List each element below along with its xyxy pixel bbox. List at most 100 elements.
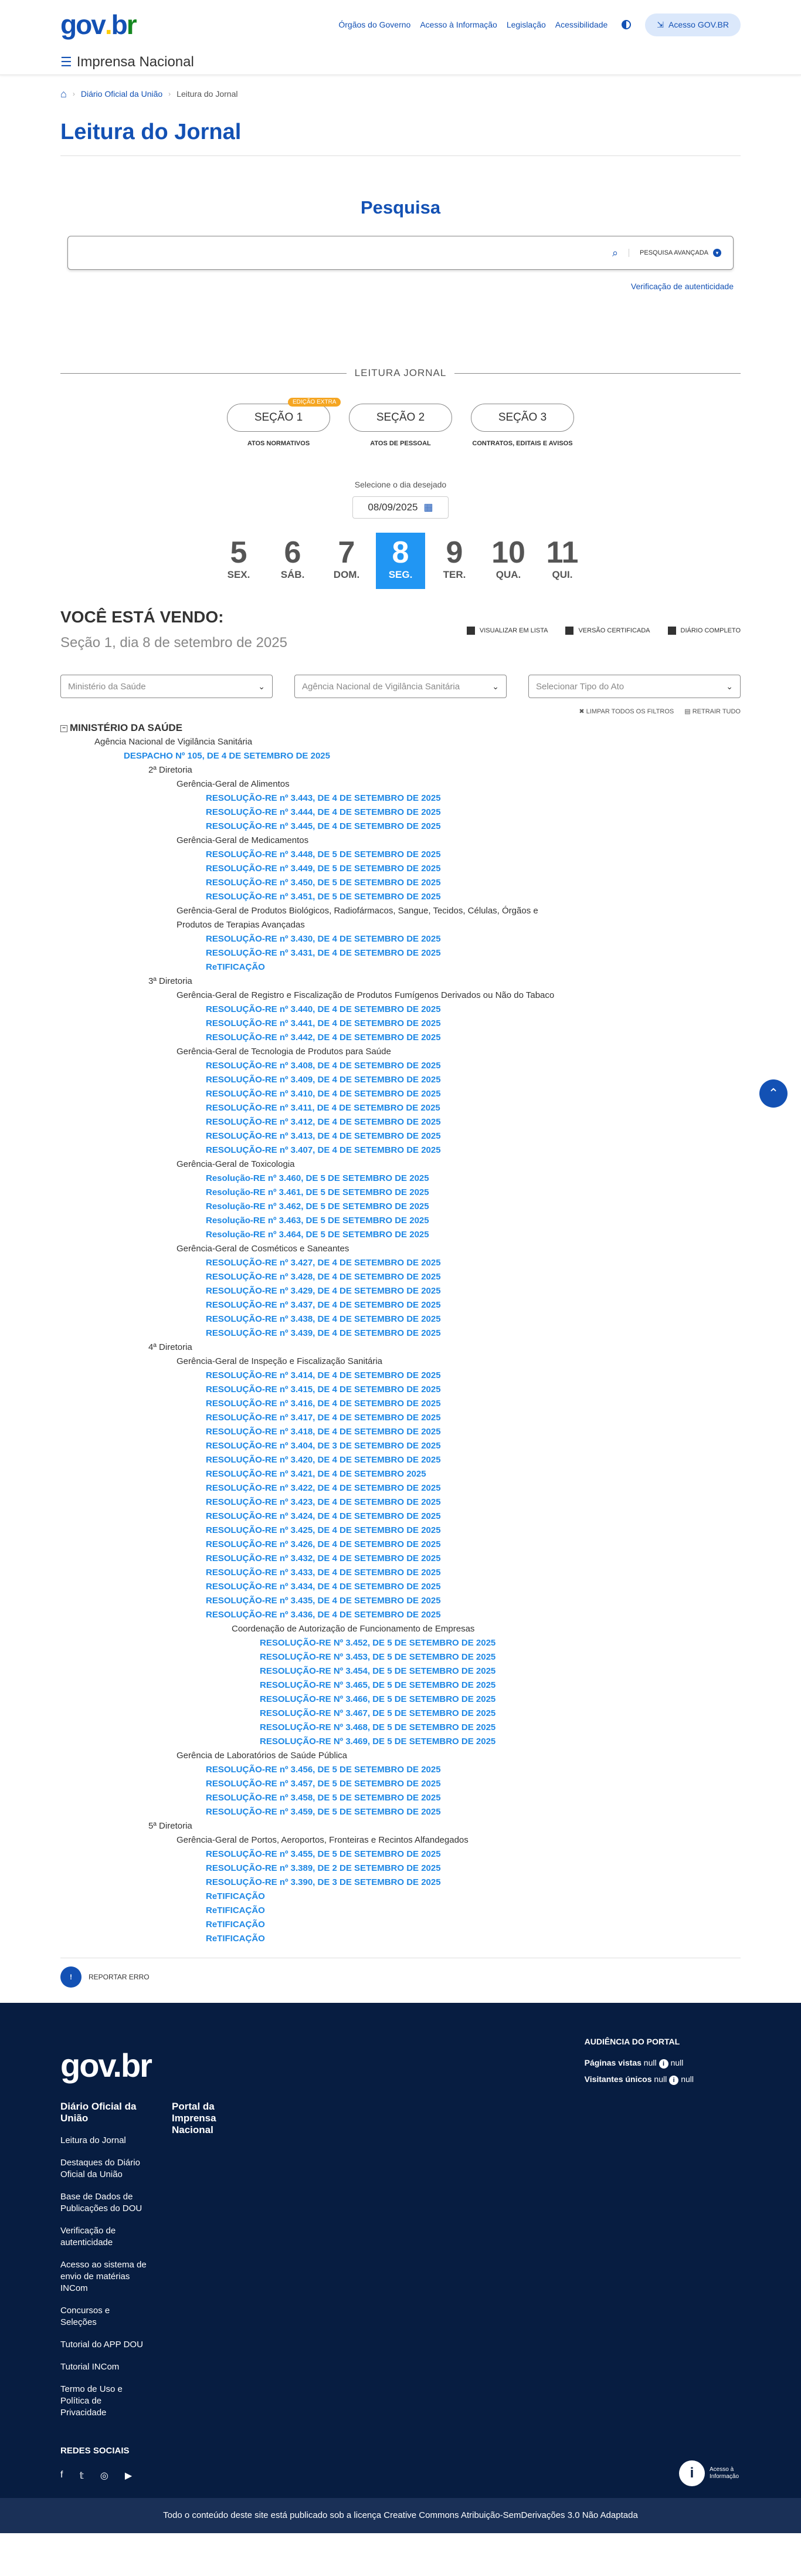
day-11[interactable]: 11 QUI. xyxy=(538,533,587,589)
publication-link-text[interactable]: RESOLUÇÃO-RE nº 3.418, DE 4 DE SETEMBRO … xyxy=(206,1427,441,1437)
footer-link[interactable]: Destaques do Diário Oficial da União xyxy=(60,2157,148,2181)
publication-link-text[interactable]: RESOLUÇÃO-RE Nº 3.465, DE 5 DE SETEMBRO … xyxy=(260,1680,495,1690)
publication-link-text[interactable]: RESOLUÇÃO-RE nº 3.437, DE 4 DE SETEMBRO … xyxy=(206,1300,441,1310)
report-error-button[interactable]: ! REPORTAR ERRO xyxy=(60,1958,741,2003)
section-3[interactable]: SEÇÃO 3 CONTRATOS, EDITAIS E AVISOS xyxy=(471,404,574,447)
publication-link-text[interactable]: Resolução-RE nº 3.460, DE 5 DE SETEMBRO … xyxy=(206,1173,429,1183)
clear-filters-button[interactable]: ✖ LIMPAR TODOS OS FILTROS xyxy=(579,708,674,715)
publication-link-text[interactable]: RESOLUÇÃO-RE nº 3.412, DE 4 DE SETEMBRO … xyxy=(206,1117,441,1127)
footer-link[interactable]: Tutorial INCom xyxy=(60,2361,148,2373)
publication-link-text[interactable]: RESOLUÇÃO-RE nº 3.438, DE 4 DE SETEMBRO … xyxy=(206,1314,441,1324)
list-view-button[interactable]: VISUALIZAR EM LISTA xyxy=(466,627,548,635)
publication-link-text[interactable]: RESOLUÇÃO-RE nº 3.430, DE 4 DE SETEMBRO … xyxy=(206,934,441,944)
publication-link-text[interactable]: RESOLUÇÃO-RE nº 3.458, DE 5 DE SETEMBRO … xyxy=(206,1793,441,1803)
publication-link-text[interactable]: RESOLUÇÃO-RE nº 3.425, DE 4 DE SETEMBRO … xyxy=(206,1525,441,1535)
top-link-orgaos[interactable]: Órgãos do Governo xyxy=(338,20,410,29)
publication-link-text[interactable]: RESOLUÇÃO-RE nº 3.444, DE 4 DE SETEMBRO … xyxy=(206,807,441,817)
youtube-icon[interactable]: ▶ xyxy=(125,2470,132,2482)
tree-node-ministry[interactable]: − MINISTÉRIO DA SAÚDE xyxy=(60,721,741,735)
publication-link-text[interactable]: RESOLUÇÃO-RE nº 3.442, DE 4 DE SETEMBRO … xyxy=(206,1033,441,1042)
day-10[interactable]: 10 QUA. xyxy=(484,533,533,589)
publication-link-text[interactable]: ReTIFICAÇÃO xyxy=(206,1920,265,1930)
day-6[interactable]: 6 SÁB. xyxy=(268,533,317,589)
verify-link[interactable]: Verificação de autenticidade xyxy=(631,282,734,291)
footer-link[interactable]: Leitura do Jornal xyxy=(60,2135,148,2147)
publication-link-text[interactable]: RESOLUÇÃO-RE nº 3.390, DE 3 DE SETEMBRO … xyxy=(206,1877,441,1887)
filter-ministry[interactable]: Ministério da Saúde ⌄ xyxy=(60,675,273,698)
publication-link-text[interactable]: RESOLUÇÃO-RE nº 3.431, DE 4 DE SETEMBRO … xyxy=(206,948,441,958)
publication-link-text[interactable]: RESOLUÇÃO-RE nº 3.436, DE 4 DE SETEMBRO … xyxy=(206,1610,441,1620)
publication-link-text[interactable]: RESOLUÇÃO-RE nº 3.445, DE 4 DE SETEMBRO … xyxy=(206,821,441,831)
publication-link-text[interactable]: RESOLUÇÃO-RE nº 3.451, DE 5 DE SETEMBRO … xyxy=(206,892,441,902)
publication-link-text[interactable]: RESOLUÇÃO-RE nº 3.421, DE 4 DE SETEMBRO … xyxy=(206,1469,426,1479)
publication-link-text[interactable]: RESOLUÇÃO-RE nº 3.434, DE 4 DE SETEMBRO … xyxy=(206,1582,441,1592)
day-8[interactable]: 8 SEG. xyxy=(376,533,425,589)
publication-link-text[interactable]: ReTIFICAÇÃO xyxy=(206,1905,265,1915)
publication-link-text[interactable]: RESOLUÇÃO-RE nº 3.449, DE 5 DE SETEMBRO … xyxy=(206,864,441,874)
publication-link-text[interactable]: RESOLUÇÃO-RE Nº 3.454, DE 5 DE SETEMBRO … xyxy=(260,1666,495,1676)
publication-link-text[interactable]: RESOLUÇÃO-RE nº 3.413, DE 4 DE SETEMBRO … xyxy=(206,1131,441,1141)
day-9[interactable]: 9 TER. xyxy=(430,533,479,589)
publication-link-text[interactable]: RESOLUÇÃO-RE nº 3.408, DE 4 DE SETEMBRO … xyxy=(206,1061,441,1071)
publication-link-text[interactable]: ReTIFICAÇÃO xyxy=(206,1934,265,1944)
publication-link-text[interactable]: RESOLUÇÃO-RE nº 3.459, DE 5 DE SETEMBRO … xyxy=(206,1807,441,1817)
publication-link-text[interactable]: RESOLUÇÃO-RE nº 3.411, DE 4 DE SETEMBRO … xyxy=(206,1103,440,1113)
publication-link-text[interactable]: ReTIFICAÇÃO xyxy=(206,1891,265,1901)
section-1[interactable]: SEÇÃO 1 EDIÇÃO EXTRA ATOS NORMATIVOS xyxy=(227,398,341,447)
search-input[interactable]: ⌕ PESQUISA AVANÇADA ▾ xyxy=(67,236,734,270)
publication-link-text[interactable]: ReTIFICAÇÃO xyxy=(206,962,265,972)
publication-link-text[interactable]: RESOLUÇÃO-RE nº 3.433, DE 4 DE SETEMBRO … xyxy=(206,1568,441,1578)
publication-link-text[interactable]: RESOLUÇÃO-RE Nº 3.468, DE 5 DE SETEMBRO … xyxy=(260,1722,495,1732)
publication-link-text[interactable]: RESOLUÇÃO-RE nº 3.428, DE 4 DE SETEMBRO … xyxy=(206,1272,441,1282)
publication-link-text[interactable]: RESOLUÇÃO-RE nº 3.422, DE 4 DE SETEMBRO … xyxy=(206,1483,441,1493)
twitter-icon[interactable]: 𝕥 xyxy=(79,2470,83,2482)
collapse-icon[interactable]: − xyxy=(60,725,67,732)
publication-link-text[interactable]: RESOLUÇÃO-RE Nº 3.469, DE 5 DE SETEMBRO … xyxy=(260,1736,495,1746)
publication-link-text[interactable]: RESOLUÇÃO-RE nº 3.432, DE 4 DE SETEMBRO … xyxy=(206,1553,441,1563)
date-picker[interactable]: 08/09/2025 ▦ xyxy=(352,496,449,519)
govbr-logo[interactable]: gov.br xyxy=(60,9,137,40)
publication-link-text[interactable]: RESOLUÇÃO-RE nº 3.389, DE 2 DE SETEMBRO … xyxy=(206,1863,441,1873)
publication-link-text[interactable]: RESOLUÇÃO-RE nº 3.420, DE 4 DE SETEMBRO … xyxy=(206,1455,441,1465)
footer-link[interactable]: Termo de Uso e Política de Privacidade xyxy=(60,2384,148,2419)
publication-link-text[interactable]: RESOLUÇÃO-RE nº 3.439, DE 4 DE SETEMBRO … xyxy=(206,1328,441,1338)
footer-link[interactable]: Verificação de autenticidade xyxy=(60,2225,148,2249)
back-to-top-button[interactable]: ⌃ xyxy=(759,1079,788,1108)
certified-version-button[interactable]: VERSÃO CERTIFICADA xyxy=(565,627,650,635)
publication-link-text[interactable]: RESOLUÇÃO-RE nº 3.429, DE 4 DE SETEMBRO … xyxy=(206,1286,441,1296)
publication-link-text[interactable]: RESOLUÇÃO-RE nº 3.450, DE 5 DE SETEMBRO … xyxy=(206,878,441,888)
top-link-acesso-informacao[interactable]: Acesso à Informação xyxy=(420,20,497,29)
publication-link-text[interactable]: RESOLUÇÃO-RE nº 3.424, DE 4 DE SETEMBRO … xyxy=(206,1511,441,1521)
publication-link-text[interactable]: RESOLUÇÃO-RE nº 3.407, DE 4 DE SETEMBRO … xyxy=(206,1145,441,1155)
day-7[interactable]: 7 DOM. xyxy=(322,533,371,589)
home-icon[interactable]: ⌂ xyxy=(60,88,67,100)
publication-link-text[interactable]: Resolução-RE nº 3.461, DE 5 DE SETEMBRO … xyxy=(206,1187,429,1197)
publication-link-text[interactable]: RESOLUÇÃO-RE Nº 3.467, DE 5 DE SETEMBRO … xyxy=(260,1708,495,1718)
publication-link-text[interactable]: RESOLUÇÃO-RE nº 3.435, DE 4 DE SETEMBRO … xyxy=(206,1596,441,1606)
publication-link-text[interactable]: RESOLUÇÃO-RE nº 3.455, DE 5 DE SETEMBRO … xyxy=(206,1849,441,1859)
publication-link-text[interactable]: RESOLUÇÃO-RE nº 3.410, DE 4 DE SETEMBRO … xyxy=(206,1089,441,1099)
full-diary-button[interactable]: DIÁRIO COMPLETO xyxy=(667,627,741,635)
instagram-icon[interactable]: ◎ xyxy=(100,2470,108,2482)
publication-link-text[interactable]: RESOLUÇÃO-RE nº 3.443, DE 4 DE SETEMBRO … xyxy=(206,793,441,803)
publication-link-text[interactable]: RESOLUÇÃO-RE nº 3.440, DE 4 DE SETEMBRO … xyxy=(206,1004,441,1014)
publication-link-text[interactable]: RESOLUÇÃO-RE nº 3.448, DE 5 DE SETEMBRO … xyxy=(206,849,441,859)
search-icon[interactable]: ⌕ xyxy=(612,247,618,259)
contrast-icon[interactable] xyxy=(622,20,632,29)
publication-link-text[interactable]: Resolução-RE nº 3.463, DE 5 DE SETEMBRO … xyxy=(206,1216,429,1226)
publication-link-text[interactable]: Resolução-RE nº 3.464, DE 5 DE SETEMBRO … xyxy=(206,1230,429,1240)
publication-link-text[interactable]: RESOLUÇÃO-RE nº 3.417, DE 4 DE SETEMBRO … xyxy=(206,1413,441,1423)
collapse-all-button[interactable]: ▤ RETRAIR TUDO xyxy=(684,708,741,715)
publication-link-text[interactable]: RESOLUÇÃO-RE nº 3.456, DE 5 DE SETEMBRO … xyxy=(206,1765,441,1775)
publication-link-text[interactable]: DESPACHO Nº 105, DE 4 DE SETEMBRO DE 202… xyxy=(124,751,330,761)
footer-link[interactable]: Concursos e Seleções xyxy=(60,2305,148,2328)
publication-link-text[interactable]: RESOLUÇÃO-RE nº 3.426, DE 4 DE SETEMBRO … xyxy=(206,1539,441,1549)
advanced-search-button[interactable]: PESQUISA AVANÇADA ▾ xyxy=(629,249,721,257)
publication-link-text[interactable]: RESOLUÇÃO-RE nº 3.423, DE 4 DE SETEMBRO … xyxy=(206,1497,441,1507)
publication-link-text[interactable]: Resolução-RE nº 3.462, DE 5 DE SETEMBRO … xyxy=(206,1201,429,1211)
filter-act-type[interactable]: Selecionar Tipo do Ato ⌄ xyxy=(528,675,741,698)
publication-link-text[interactable]: RESOLUÇÃO-RE nº 3.457, DE 5 DE SETEMBRO … xyxy=(206,1779,441,1789)
publication-link-text[interactable]: RESOLUÇÃO-RE Nº 3.466, DE 5 DE SETEMBRO … xyxy=(260,1694,495,1704)
facebook-icon[interactable]: f xyxy=(60,2470,63,2482)
publication-link-text[interactable]: RESOLUÇÃO-RE Nº 3.452, DE 5 DE SETEMBRO … xyxy=(260,1638,495,1648)
